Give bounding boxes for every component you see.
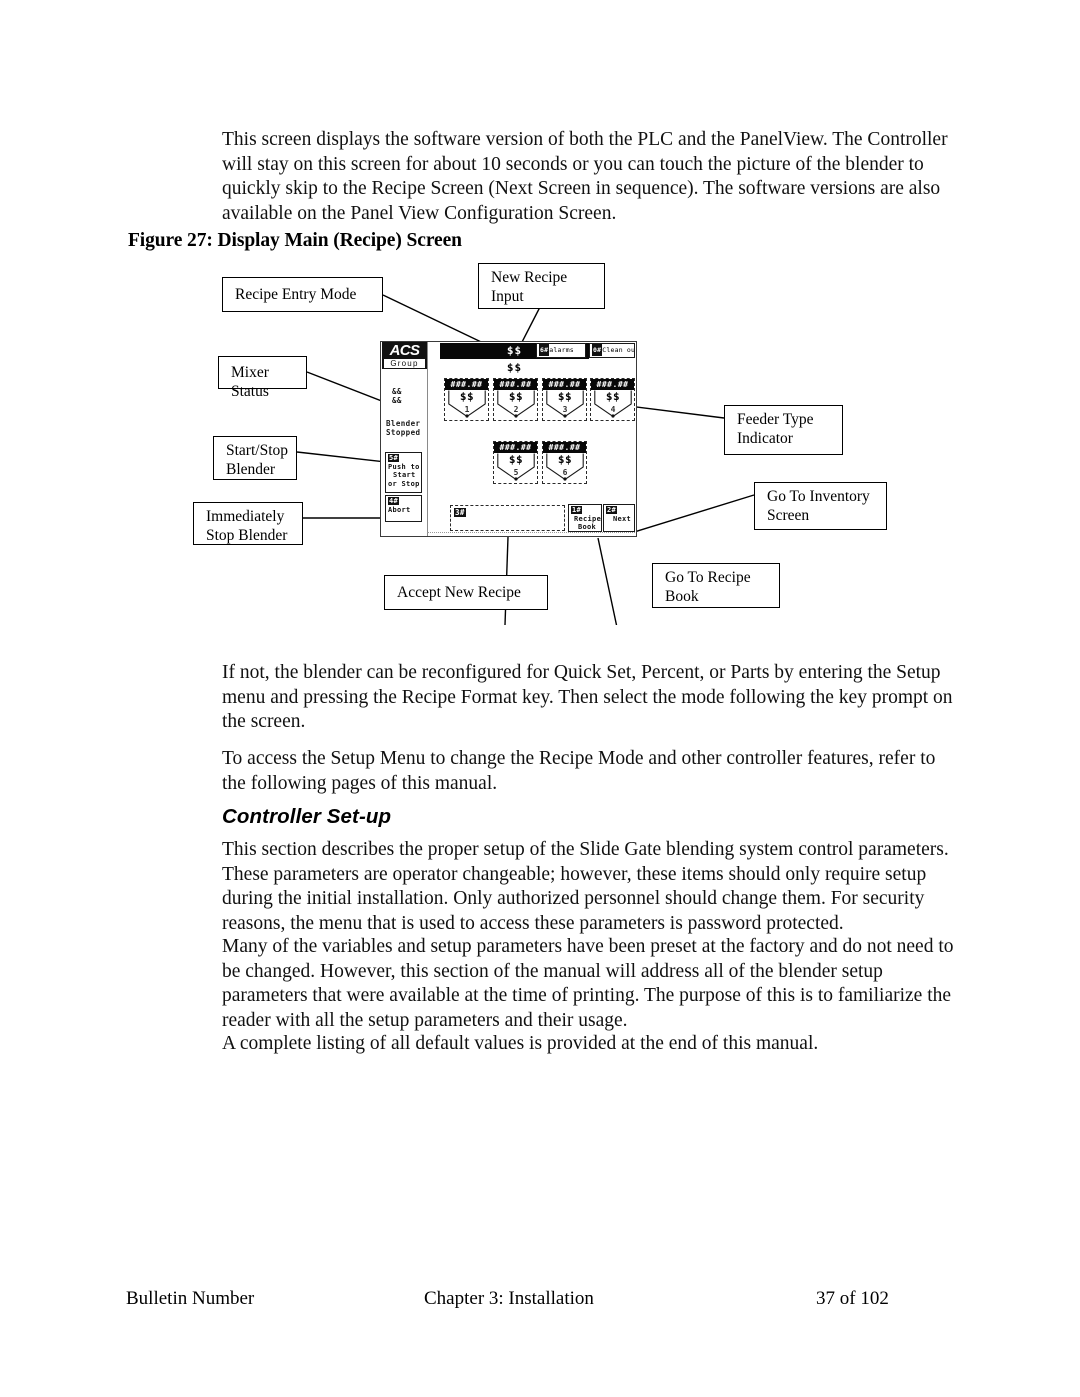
hopper-1-value: $$ — [459, 390, 475, 403]
next-screen-button[interactable]: 2# Next — [603, 504, 635, 532]
panel-bottom-divider — [427, 532, 635, 533]
document-page: This screen displays the software versio… — [0, 0, 1080, 1397]
logo-group-text: Group — [384, 359, 425, 368]
hopper-4[interactable]: ###.## $$ 4 — [590, 378, 635, 421]
hopper-6-value: $$ — [557, 453, 573, 466]
hopper-2-number: 2 — [513, 405, 519, 414]
clean-out-label: Clean out — [602, 346, 635, 354]
acs-group-logo: ACS Group — [382, 342, 427, 369]
clean-out-key-number: 0# — [592, 344, 603, 356]
recipe-book-button[interactable]: 1# Recipe Book — [568, 504, 602, 532]
recipe-name-display: $$ — [506, 361, 523, 374]
hopper-1-graphic: $$ 1 — [448, 390, 486, 418]
paragraph-setup-menu-access: To access the Setup Menu to change the R… — [222, 748, 936, 794]
hopper-6-setpoint: ###.## — [543, 442, 586, 453]
intro-paragraph: This screen displays the software versio… — [222, 129, 948, 224]
callout-feeder-type-label: Feeder Type Indicator — [737, 411, 814, 447]
callout-new-recipe-input: New Recipe Input — [478, 263, 605, 309]
paragraph-factory-presets: Many of the variables and setup paramete… — [222, 936, 954, 1031]
callout-new-recipe-input-label: New Recipe Input — [491, 269, 568, 305]
callout-go-to-recipe-book: Go To Recipe Book — [652, 563, 780, 608]
blender-status-line-1: Blender — [386, 419, 421, 428]
callout-recipe-entry-mode: Recipe Entry Mode — [222, 277, 383, 312]
footer-chapter: Chapter 3: Installation — [424, 1288, 594, 1309]
callout-immediately-stop-blender: Immediately Stop Blender — [193, 502, 303, 545]
abort-key-number: 4# — [388, 497, 400, 505]
hopper-3-graphic: $$ 3 — [546, 390, 584, 418]
blender-status-line-2: Stopped — [386, 428, 421, 437]
hopper-5-value: $$ — [508, 453, 524, 466]
footer-bulletin-number: Bulletin Number — [126, 1288, 255, 1309]
message-box-key-number: 3# — [454, 508, 466, 517]
hopper-6-number: 6 — [562, 468, 568, 477]
clean-out-button[interactable]: 0#Clean out — [589, 343, 635, 358]
logo-acs-text: ACS — [389, 342, 420, 359]
hopper-1-setpoint: ###.## — [445, 379, 488, 390]
callout-start-stop-label: Start/Stop Blender — [226, 442, 289, 478]
start-stop-line-3: or Stop — [388, 479, 420, 488]
paragraph-default-values: A complete listing of all default values… — [222, 1033, 819, 1054]
page-footer: Bulletin Number Chapter 3: Installation … — [0, 1288, 1080, 1318]
hopper-1[interactable]: ###.## $$ 1 — [444, 378, 489, 421]
hopper-3-number: 3 — [562, 405, 568, 414]
callout-recipe-entry-mode-label: Recipe Entry Mode — [235, 286, 357, 303]
hopper-5-number: 5 — [513, 468, 519, 477]
start-stop-key-number: 5# — [388, 454, 400, 462]
start-stop-line-2: Start — [393, 471, 416, 479]
start-stop-line-1: Push to — [388, 462, 420, 471]
hopper-3[interactable]: ###.## $$ 3 — [542, 378, 587, 421]
recipe-book-line-1: Recipe — [574, 514, 602, 523]
blender-status-readout: Blender Stopped — [386, 419, 420, 437]
hopper-2-graphic: $$ 2 — [497, 390, 535, 418]
hopper-1-number: 1 — [464, 405, 470, 414]
hopper-4-number: 4 — [610, 405, 616, 414]
callout-immediately-stop-label: Immediately Stop Blender — [206, 508, 288, 544]
callout-inventory-label: Go To Inventory Screen — [767, 488, 870, 524]
hopper-4-setpoint: ###.## — [591, 379, 634, 390]
figure-caption: Figure 27: Display Main (Recipe) Screen — [128, 230, 462, 251]
hopper-2[interactable]: ###.## $$ 2 — [493, 378, 538, 421]
hopper-6-graphic: $$ 6 — [546, 453, 584, 481]
accept-new-recipe-message-box[interactable]: 3# — [450, 505, 565, 531]
next-key-number: 2# — [606, 506, 618, 514]
start-stop-blender-button[interactable]: 5# Push to Start or Stop — [385, 452, 422, 493]
hopper-4-graphic: $$ 4 — [594, 390, 632, 418]
mixer-status-line-2: && — [392, 396, 402, 405]
hopper-2-setpoint: ###.## — [494, 379, 537, 390]
hopper-5[interactable]: ###.## $$ 5 — [493, 441, 538, 484]
paragraph-slide-gate-setup: This section describes the proper setup … — [222, 839, 949, 934]
alarms-label: alarms — [549, 346, 574, 354]
mixer-status-readout: && && — [392, 387, 402, 405]
abort-label: Abort — [388, 505, 411, 514]
recipe-book-line-2: Book — [578, 523, 597, 531]
hopper-6[interactable]: ###.## $$ 6 — [542, 441, 587, 484]
callout-accept-new-recipe-label: Accept New Recipe — [397, 584, 521, 601]
paragraph-reconfigure: If not, the blender can be reconfigured … — [222, 662, 953, 733]
callout-mixer-status: Mixer Status — [218, 356, 307, 400]
hopper-3-setpoint: ###.## — [543, 379, 586, 390]
footer-page-number: 37 of 102 — [816, 1288, 889, 1309]
hopper-5-setpoint: ###.## — [494, 442, 537, 453]
callout-start-stop-blender: Start/Stop Blender — [213, 436, 297, 480]
section-heading-controller-setup: Controller Set-up — [222, 805, 392, 828]
alarms-key-number: 6# — [539, 344, 550, 356]
callout-recipe-book-label: Go To Recipe Book — [665, 569, 751, 605]
callout-feeder-type-indicator: Feeder Type Indicator — [724, 405, 843, 455]
abort-button[interactable]: 4# Abort — [385, 495, 422, 522]
recipe-book-key-number: 1# — [571, 506, 583, 514]
callout-mixer-status-label: Mixer Status — [231, 364, 269, 400]
hopper-4-value: $$ — [605, 390, 621, 403]
hopper-2-value: $$ — [508, 390, 524, 403]
hopper-3-value: $$ — [557, 390, 573, 403]
hopper-5-graphic: $$ 5 — [497, 453, 535, 481]
mixer-status-line-1: && — [392, 387, 402, 396]
panelview-terminal-screen[interactable]: ACS Group $$ $$ 6#alarms 0#Clean out && … — [380, 341, 637, 537]
figure-display-main-recipe-screen: ACS Group $$ $$ 6#alarms 0#Clean out && … — [0, 255, 1080, 625]
next-label: Next — [613, 514, 632, 523]
alarms-button[interactable]: 6#alarms — [536, 343, 586, 358]
callout-go-to-inventory-screen: Go To Inventory Screen — [754, 482, 887, 530]
panel-left-rail-divider — [427, 342, 428, 536]
callout-accept-new-recipe: Accept New Recipe — [384, 575, 548, 610]
